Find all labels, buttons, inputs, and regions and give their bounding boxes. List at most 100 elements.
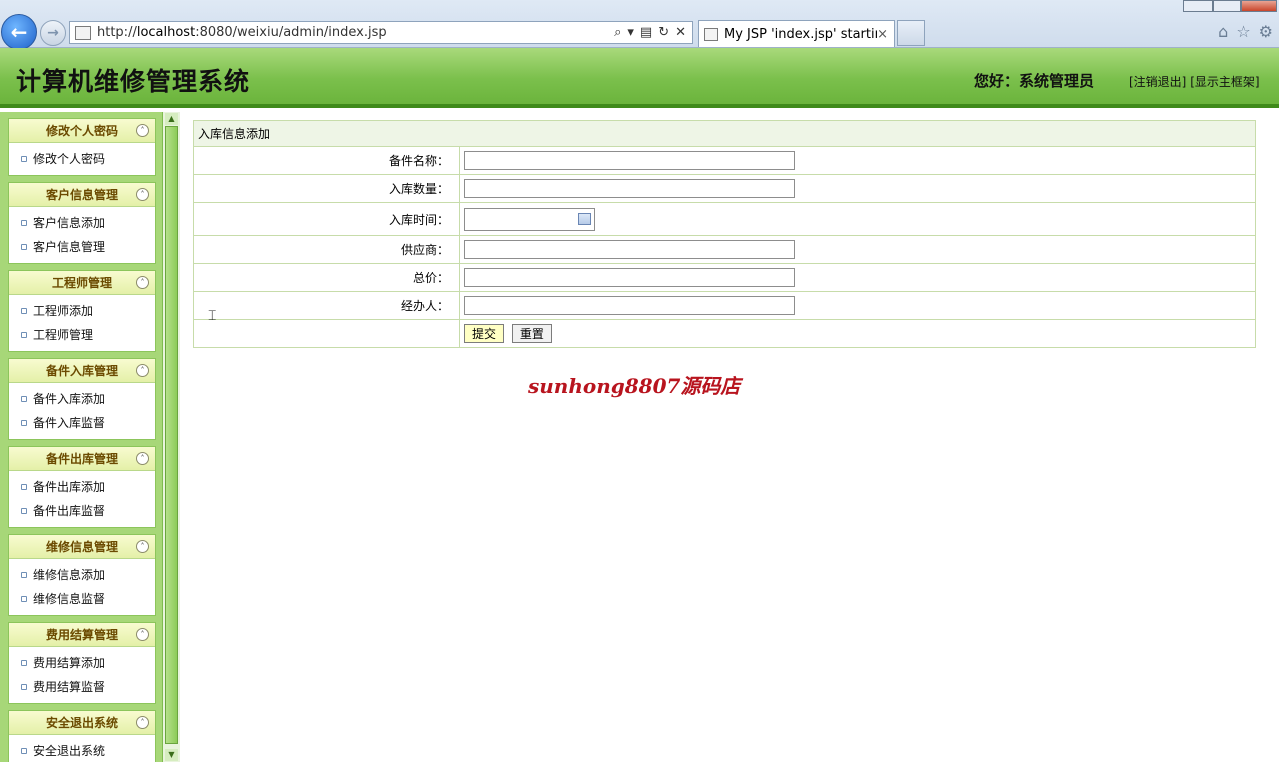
collapse-chevron-icon[interactable]: ˄ <box>136 540 149 553</box>
collapse-chevron-icon[interactable]: ˄ <box>136 364 149 377</box>
sidebar-item[interactable]: 修改个人密码 <box>9 147 155 171</box>
url-text[interactable]: http://localhost:8080/weixiu/admin/index… <box>97 25 614 40</box>
menu-group-header[interactable]: 备件入库管理 ˄ <box>9 359 155 383</box>
bullet-icon <box>21 156 27 162</box>
menu-group-title: 客户信息管理 <box>45 188 118 202</box>
menu-group-header[interactable]: 维修信息管理 ˄ <box>9 535 155 559</box>
menu-group-header[interactable]: 工程师管理 ˄ <box>9 271 155 295</box>
home-icon[interactable]: ⌂ <box>1218 22 1228 41</box>
menu-group: 工程师管理 ˄ 工程师添加工程师管理 <box>8 270 156 352</box>
sidebar-item[interactable]: 工程师添加 <box>9 299 155 323</box>
menu-group-header[interactable]: 修改个人密码 ˄ <box>9 119 155 143</box>
menu-group-title: 安全退出系统 <box>45 716 118 730</box>
text-cursor-icon: ⌶ <box>208 308 217 324</box>
browser-tab[interactable]: My JSP 'index.jsp' startin... × <box>698 20 895 47</box>
tab-page-icon <box>704 27 718 41</box>
user-greeting: 您好：系统管理员 <box>974 72 1095 90</box>
buttons-label-cell <box>193 319 460 348</box>
collapse-chevron-icon[interactable]: ˄ <box>136 628 149 641</box>
refresh-icon[interactable]: ↻ <box>658 25 669 40</box>
sidebar-item-label: 费用结算监督 <box>33 680 106 694</box>
sidebar-item[interactable]: 安全退出系统 <box>9 739 155 762</box>
sidebar-item[interactable]: 备件出库监督 <box>9 499 155 523</box>
back-arrow-icon[interactable]: ← <box>1 14 37 50</box>
app-header: 计算机维修管理系统 您好：系统管理员 [注销退出] [显示主框架] <box>0 48 1279 108</box>
sidebar-item-label: 客户信息添加 <box>33 216 106 230</box>
scroll-thumb[interactable] <box>165 126 178 744</box>
sidebar-item[interactable]: 客户信息添加 <box>9 211 155 235</box>
browser-toolbar: ← → http://localhost:8080/weixiu/admin/i… <box>0 0 1279 50</box>
tab-close-icon[interactable]: × <box>877 27 888 42</box>
menu-group: 客户信息管理 ˄ 客户信息添加 客户信息管理 <box>8 182 156 264</box>
stop-icon[interactable]: ✕ <box>675 25 686 40</box>
menu-group: 维修信息管理 ˄ 维修信息添加维修信息监督 <box>8 534 156 616</box>
new-tab-button[interactable] <box>897 20 925 46</box>
close-window-button[interactable] <box>1241 0 1277 12</box>
sidebar-item[interactable]: 费用结算监督 <box>9 675 155 699</box>
quantity-input[interactable] <box>464 179 795 198</box>
sidebar-item[interactable]: 备件入库监督 <box>9 411 155 435</box>
favorites-star-icon[interactable]: ☆ <box>1236 22 1250 41</box>
show-frame-link[interactable]: [显示主框架] <box>1190 75 1259 89</box>
menu-group-header[interactable]: 备件出库管理 ˄ <box>9 447 155 471</box>
bullet-icon <box>21 220 27 226</box>
maximize-button[interactable] <box>1213 0 1241 12</box>
submit-button[interactable]: 提交 <box>464 324 505 343</box>
collapse-chevron-icon[interactable]: ˄ <box>136 188 149 201</box>
collapse-chevron-icon[interactable]: ˄ <box>136 716 149 729</box>
total-price-input[interactable] <box>464 268 795 287</box>
menu-group-title: 费用结算管理 <box>45 628 118 642</box>
collapse-chevron-icon[interactable]: ˄ <box>136 124 149 137</box>
stock-in-form: 入库信息添加 备件名称： 入库数量： 入库时间： 供应商： 总价： 经办人： 提… <box>193 120 1256 348</box>
scroll-down-icon[interactable]: ▼ <box>165 749 178 761</box>
collapse-chevron-icon[interactable]: ˄ <box>136 276 149 289</box>
menu-group-header[interactable]: 费用结算管理 ˄ <box>9 623 155 647</box>
header-links: [注销退出] [显示主框架] <box>1129 73 1260 90</box>
total-price-label: 总价： <box>193 263 460 292</box>
address-bar[interactable]: http://localhost:8080/weixiu/admin/index… <box>69 21 693 44</box>
bullet-icon <box>21 508 27 514</box>
forward-arrow-icon[interactable]: → <box>40 20 66 46</box>
minimize-button[interactable] <box>1183 0 1213 12</box>
sidebar-item-label: 备件出库监督 <box>33 504 106 518</box>
scroll-up-icon[interactable]: ▲ <box>165 113 178 125</box>
logout-link[interactable]: [注销退出] <box>1129 75 1186 89</box>
date-input[interactable] <box>464 207 595 231</box>
menu-group-header[interactable]: 安全退出系统 ˄ <box>9 711 155 735</box>
sidebar-item[interactable]: 备件入库添加 <box>9 387 155 411</box>
sidebar-item[interactable]: 备件出库添加 <box>9 475 155 499</box>
sidebar-item[interactable]: 维修信息添加 <box>9 563 155 587</box>
collapse-chevron-icon[interactable]: ˄ <box>136 452 149 465</box>
dropdown-icon[interactable]: ▾ <box>627 25 634 40</box>
sidebar-item[interactable]: 费用结算添加 <box>9 651 155 675</box>
handler-input[interactable] <box>464 296 795 315</box>
tab-title: My JSP 'index.jsp' startin... <box>724 26 877 42</box>
bullet-icon <box>21 748 27 754</box>
supplier-input[interactable] <box>464 240 795 259</box>
quantity-label: 入库数量： <box>193 174 460 203</box>
supplier-label: 供应商： <box>193 235 460 264</box>
sidebar-item-label: 工程师添加 <box>33 304 94 318</box>
bullet-icon <box>21 572 27 578</box>
menu-group: 安全退出系统 ˄ 安全退出系统 <box>8 710 156 762</box>
menu-group: 修改个人密码 ˄ 修改个人密码 <box>8 118 156 176</box>
part-name-input[interactable] <box>464 151 795 170</box>
menu-group: 备件出库管理 ˄ 备件出库添加备件出库监督 <box>8 446 156 528</box>
compat-view-icon[interactable]: ▤ <box>640 25 652 40</box>
sidebar-item-label: 备件入库监督 <box>33 416 106 430</box>
sidebar-item[interactable]: 工程师管理 <box>9 323 155 347</box>
menu-group-header[interactable]: 客户信息管理 ˄ <box>9 183 155 207</box>
reset-button[interactable]: 重置 <box>511 324 552 343</box>
sidebar-item[interactable]: 客户信息管理 <box>9 235 155 259</box>
calendar-icon[interactable] <box>578 212 591 225</box>
sidebar-item-label: 维修信息添加 <box>33 568 106 582</box>
sidebar-scrollbar[interactable]: ▲ ▼ <box>162 112 180 762</box>
bullet-icon <box>21 396 27 402</box>
search-icon[interactable]: ⌕ <box>614 25 621 40</box>
bullet-icon <box>21 684 27 690</box>
sidebar-item[interactable]: 维修信息监督 <box>9 587 155 611</box>
watermark-text: sunhong8807源码店 <box>528 374 741 398</box>
handler-label: 经办人： <box>193 291 460 320</box>
menu-group-title: 修改个人密码 <box>45 124 118 138</box>
gear-icon[interactable]: ⚙ <box>1259 22 1273 41</box>
